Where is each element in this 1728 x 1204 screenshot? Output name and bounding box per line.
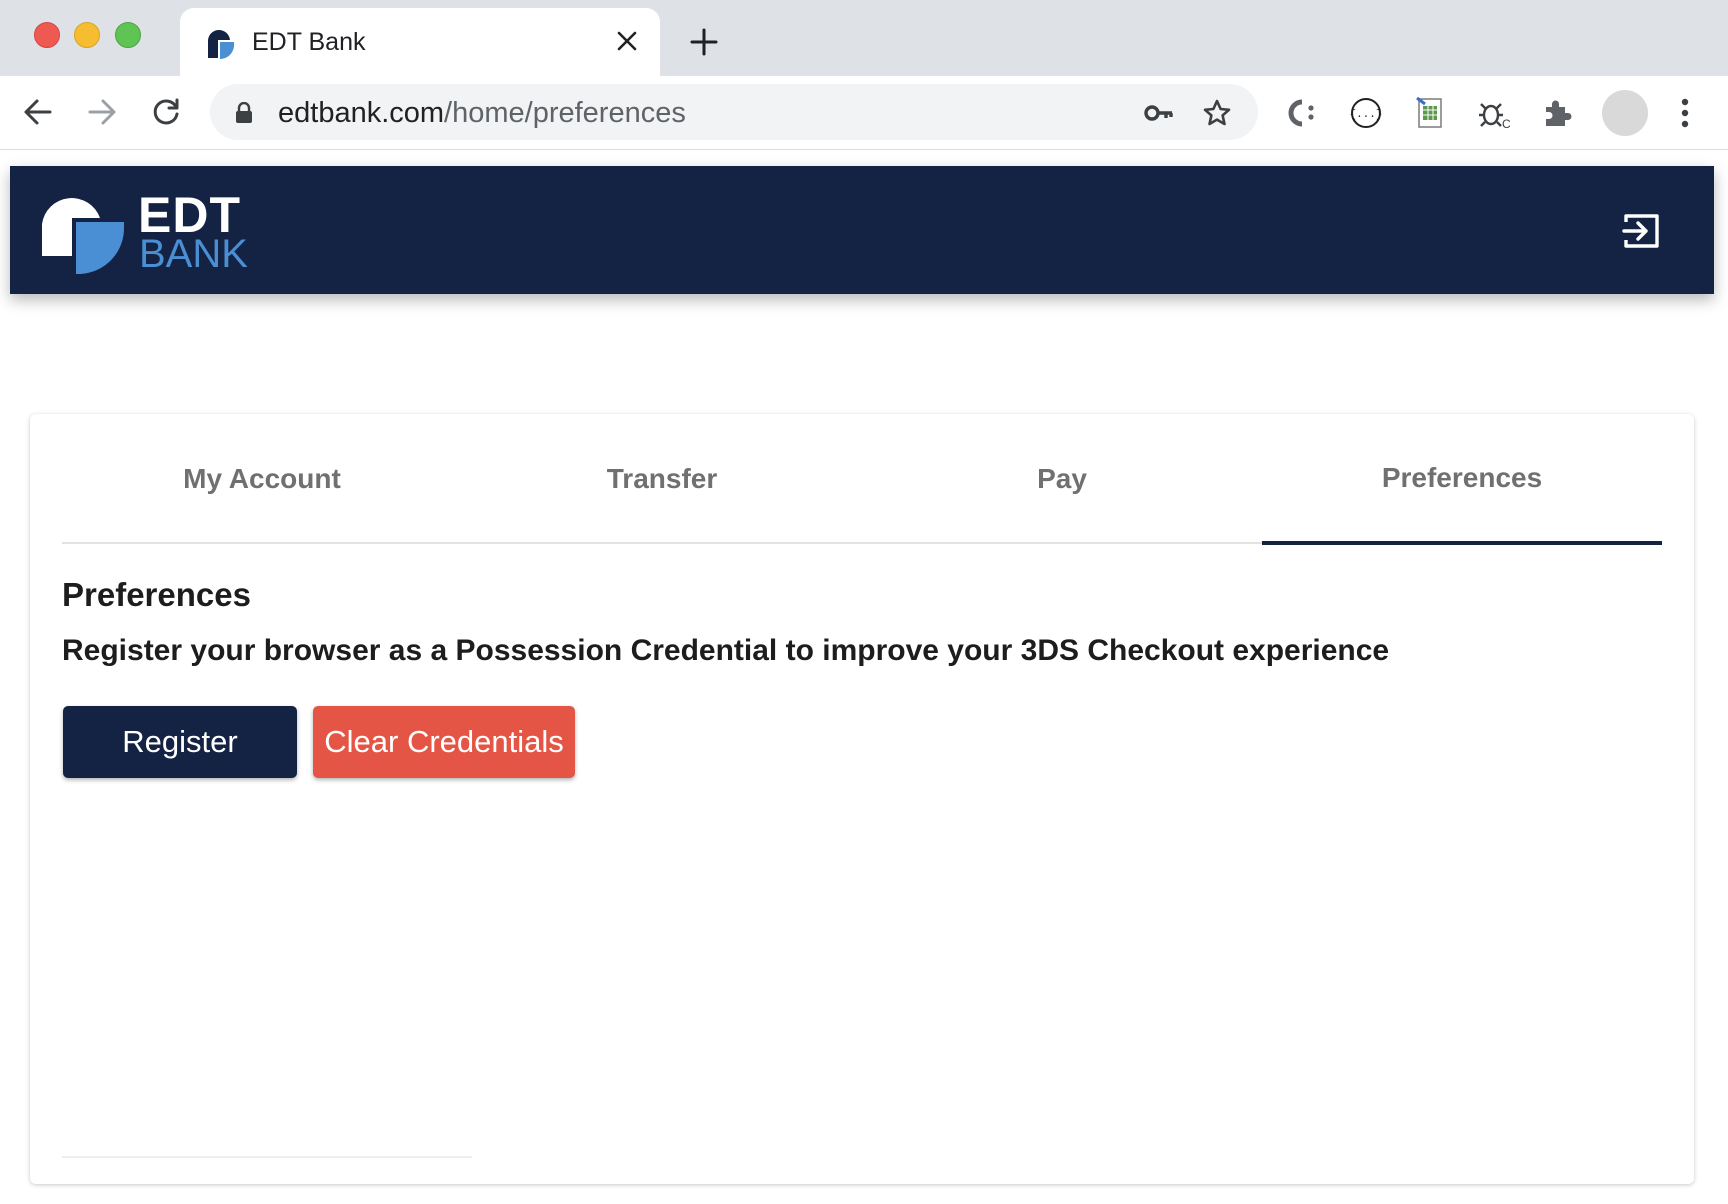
lock-icon[interactable] xyxy=(234,101,254,129)
window-close-button[interactable] xyxy=(34,22,60,48)
svg-text:{...}: {...} xyxy=(1349,109,1382,121)
extension-bug-icon[interactable]: C xyxy=(1474,94,1512,132)
url-text[interactable]: edtbank.com/home/preferences xyxy=(278,97,686,130)
url-path: /home/preferences xyxy=(444,97,686,129)
edt-bank-logo[interactable]: EDT BANK xyxy=(42,190,252,276)
extension-document-icon[interactable] xyxy=(1411,94,1449,132)
clear-credentials-button[interactable]: Clear Credentials xyxy=(313,706,575,778)
preferences-card: My Account Transfer Pay Preferences Pref… xyxy=(30,414,1694,1184)
tab-close-icon[interactable] xyxy=(610,24,644,58)
tab-title: EDT Bank xyxy=(252,28,366,56)
register-button[interactable]: Register xyxy=(63,706,297,778)
tab-transfer[interactable]: Transfer xyxy=(462,414,862,544)
extension-json-icon[interactable]: {...} xyxy=(1347,94,1385,132)
browser-toolbar: edtbank.com/home/preferences {...} C xyxy=(0,76,1728,150)
window-zoom-button[interactable] xyxy=(115,22,141,48)
tab-pay[interactable]: Pay xyxy=(862,414,1262,544)
new-tab-plus-icon[interactable] xyxy=(684,22,724,62)
star-icon[interactable] xyxy=(1200,96,1234,130)
browser-tab[interactable]: EDT Bank xyxy=(180,8,660,76)
window-minimize-button[interactable] xyxy=(74,22,100,48)
nav-tabs: My Account Transfer Pay Preferences xyxy=(62,414,1662,545)
logout-icon[interactable] xyxy=(1620,210,1664,252)
extension-c-icon[interactable] xyxy=(1282,94,1320,132)
reload-icon[interactable] xyxy=(144,90,188,134)
address-bar[interactable]: edtbank.com/home/preferences xyxy=(210,84,1258,140)
page-title: Preferences xyxy=(62,576,251,613)
tab-preferences[interactable]: Preferences xyxy=(1262,414,1662,545)
edt-bank-logo-mark-icon xyxy=(42,194,126,275)
edt-bank-favicon-icon xyxy=(204,28,236,60)
puzzle-icon[interactable] xyxy=(1538,94,1576,132)
app-header: EDT BANK xyxy=(10,166,1714,294)
key-icon[interactable] xyxy=(1142,96,1176,130)
logo-text-bank: BANK xyxy=(139,232,248,276)
url-host: edtbank.com xyxy=(278,97,445,129)
preferences-description: Register your browser as a Possession Cr… xyxy=(62,634,1390,667)
back-arrow-icon[interactable] xyxy=(16,90,60,134)
menu-dots-icon[interactable] xyxy=(1670,94,1700,132)
profile-avatar[interactable] xyxy=(1602,90,1648,136)
forward-arrow-icon[interactable] xyxy=(80,90,124,134)
svg-text:C: C xyxy=(1502,117,1510,130)
divider xyxy=(62,1156,472,1158)
tab-my-account[interactable]: My Account xyxy=(62,414,462,544)
browser-tab-strip: EDT Bank xyxy=(0,0,1728,76)
